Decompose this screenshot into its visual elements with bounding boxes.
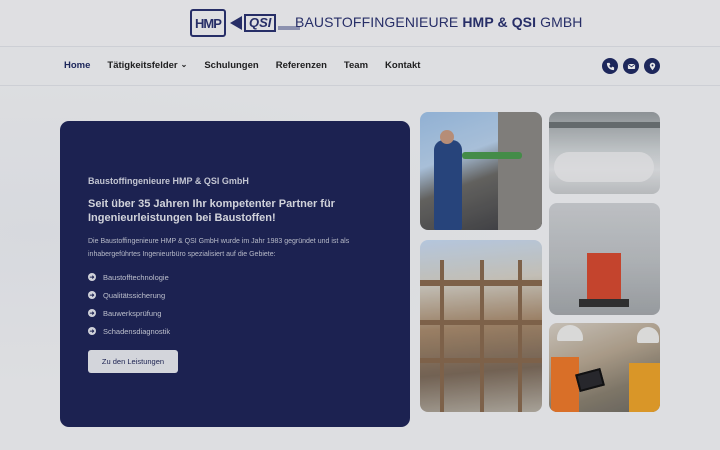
services-button[interactable]: Zu den Leistungen (88, 350, 178, 373)
company-title-part3: GMBH (536, 14, 583, 30)
nav-item-kontakt[interactable]: Kontakt (385, 60, 420, 71)
photo-beam (440, 260, 444, 412)
nav-item-taetigkeitsfelder[interactable]: Tätigkeitsfelder ⌄ (107, 60, 187, 71)
photo-tablet (575, 367, 605, 393)
photo-bridge-mist (549, 112, 660, 194)
list-item-label: Baustofftechnologie (103, 272, 169, 282)
arrow-circle-icon: ➜ (88, 291, 96, 299)
company-title-part1: BAUSTOFFINGENIEURE (295, 14, 463, 30)
nav-item-referenzen[interactable]: Referenzen (276, 60, 327, 71)
logo-qsi-text: QSI (244, 14, 277, 32)
list-item: ➜ Bauwerksprüfung (88, 304, 170, 322)
photo-scissor-lift (587, 253, 621, 303)
mail-icon[interactable] (623, 58, 639, 74)
photo-beam (480, 260, 484, 412)
nav-item-home[interactable]: Home (64, 60, 90, 71)
photo-helmet (637, 327, 659, 343)
chevron-down-icon: ⌄ (180, 60, 188, 69)
list-item-label: Schadensdiagnostik (103, 326, 171, 336)
logo-hmp-mark: HMP (190, 9, 226, 37)
logo-hmp-text: HMP (195, 15, 222, 31)
photo-helmet (557, 325, 583, 341)
photo-engineers-tablet (549, 323, 660, 412)
services-list: ➜ Baustofftechnologie ➜ Qualitätssicherung… (88, 268, 170, 340)
photo-wall (498, 112, 542, 230)
photo-lift-base (579, 299, 629, 307)
list-item: ➜ Baustofftechnologie (88, 268, 170, 286)
hero-headline: Seit über 35 Jahren Ihr kompetenter Part… (88, 198, 335, 224)
arrow-circle-icon: ➜ (88, 327, 96, 335)
photo-beam (518, 260, 522, 412)
photo-mist (554, 152, 654, 182)
photo-head (440, 130, 454, 144)
photo-rail (549, 122, 660, 128)
arrow-circle-icon: ➜ (88, 309, 96, 317)
photo-person (434, 140, 462, 230)
company-title: BAUSTOFFINGENIEURE HMP & QSI GMBH (295, 14, 583, 30)
logo-bar: HMP QSI BAUSTOFFINGENIEURE HMP & QSI GMB… (0, 0, 720, 46)
arrow-circle-icon: ➜ (88, 273, 96, 281)
photo-vest (551, 357, 579, 412)
list-item: ➜ Qualitätssicherung (88, 286, 170, 304)
nav-item-schulungen[interactable]: Schulungen (204, 60, 258, 71)
nav-item-taetigkeitsfelder-label: Tätigkeitsfelder (107, 60, 178, 71)
list-item: ➜ Schadensdiagnostik (88, 322, 170, 340)
list-item-label: Bauwerksprüfung (103, 308, 162, 318)
photo-drill (462, 152, 522, 159)
contact-icons (602, 58, 660, 74)
logo-qsi-mark: QSI (230, 13, 301, 33)
photo-tunnel-lift (549, 203, 660, 315)
location-icon[interactable] (644, 58, 660, 74)
hero-card: Baustoffingenieure HMP & QSI GmbH Seit ü… (60, 121, 410, 427)
hero-kicker: Baustoffingenieure HMP & QSI GmbH (88, 176, 249, 186)
photo-vest (629, 363, 660, 412)
photo-construction-site (420, 240, 542, 412)
main-nav: Home Tätigkeitsfelder ⌄ Schulungen Refere… (0, 46, 720, 86)
company-logo[interactable]: HMP QSI (190, 9, 301, 37)
hero-intro: Die Baustoffingenieure HMP & QSI GmbH wu… (88, 238, 350, 258)
photo-worker-drilling (420, 112, 542, 230)
nav-item-team[interactable]: Team (344, 60, 368, 71)
list-item-label: Qualitätssicherung (103, 290, 166, 300)
page: HMP QSI BAUSTOFFINGENIEURE HMP & QSI GMB… (0, 0, 720, 450)
phone-icon[interactable] (602, 58, 618, 74)
logo-triangle-icon (230, 16, 242, 30)
company-title-part2: HMP & QSI (462, 14, 537, 30)
nav-items: Home Tätigkeitsfelder ⌄ Schulungen Refere… (64, 60, 437, 71)
